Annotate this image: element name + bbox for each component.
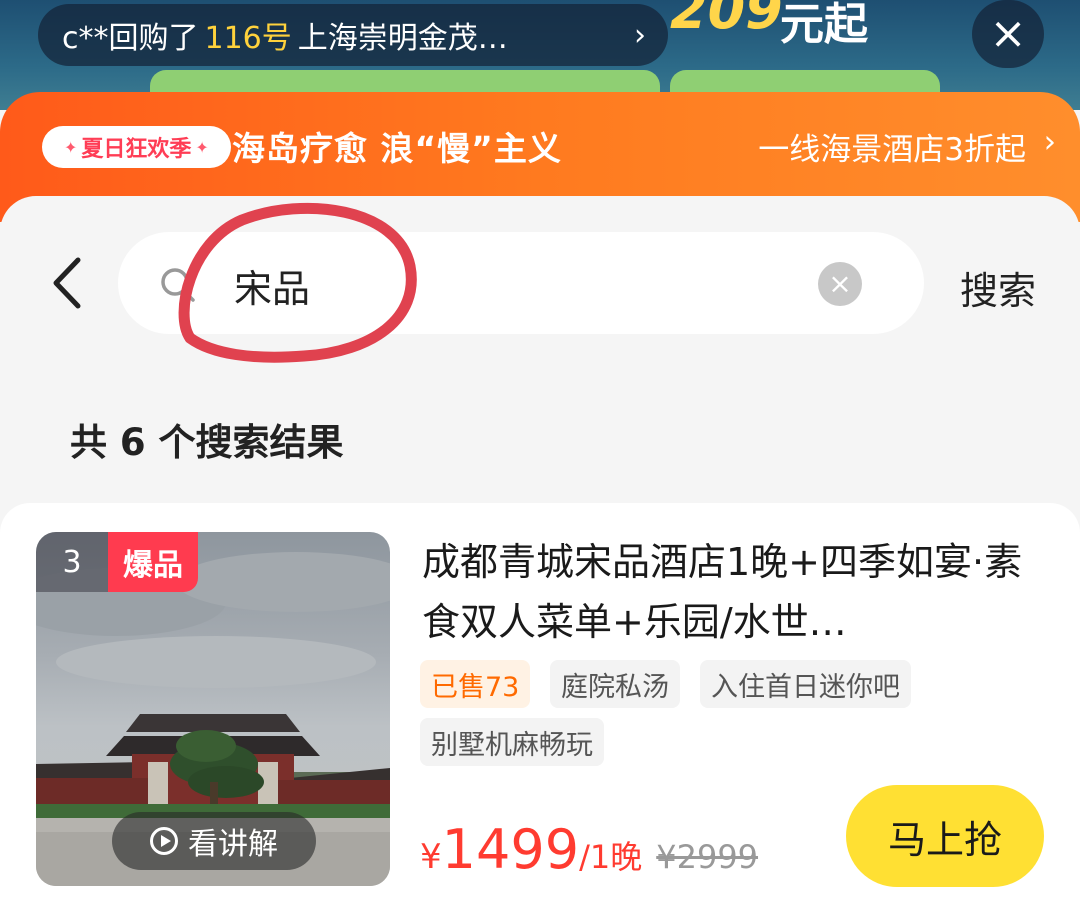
decor-icon: ✦ bbox=[64, 137, 78, 157]
ticker-user: c**回购了 bbox=[62, 21, 199, 56]
result-count: 共 6 个搜索结果 bbox=[70, 421, 344, 464]
search-button[interactable]: 搜索 bbox=[960, 260, 1036, 315]
chevron-right-icon: › bbox=[1043, 124, 1056, 160]
price-row: ¥1499/1晚 ¥2999 bbox=[420, 818, 758, 881]
price-unit: /1晚 bbox=[579, 838, 643, 876]
sold-count-tag: 已售73 bbox=[420, 660, 531, 708]
explain-label: 看讲解 bbox=[188, 827, 278, 862]
feature-tag: 庭院私汤 bbox=[550, 660, 680, 708]
feature-tag: 入住首日迷你吧 bbox=[700, 660, 911, 708]
search-query[interactable]: 宋品 bbox=[234, 258, 310, 313]
explain-button[interactable]: 看讲解 bbox=[112, 812, 316, 870]
close-button[interactable]: × bbox=[972, 0, 1044, 68]
hot-badge: 爆品 bbox=[108, 532, 198, 592]
hero-banner-price: 209 bbox=[670, 0, 783, 41]
ticker-number: 116号 bbox=[204, 21, 292, 56]
feature-tag: 别墅机麻畅玩 bbox=[420, 718, 604, 766]
search-icon bbox=[161, 268, 195, 302]
price-currency: ¥ bbox=[420, 837, 442, 877]
product-title[interactable]: 成都青城宋品酒店1晚+四季如宴·素食双人菜单+乐园/水世… bbox=[422, 532, 1042, 652]
decor-icon: ✦ bbox=[195, 137, 209, 157]
rank-badge: 3 bbox=[36, 532, 108, 592]
back-button[interactable] bbox=[40, 248, 94, 318]
chevron-left-icon bbox=[53, 257, 81, 309]
chevron-right-icon: › bbox=[634, 17, 646, 53]
promo-link[interactable]: 一线海景酒店3折起 bbox=[758, 124, 1026, 169]
promo-slogan: 海岛疗愈 浪“慢”主义 bbox=[232, 129, 562, 168]
promo-badge-label: 夏日狂欢季 bbox=[81, 137, 192, 162]
hero-banner-price-suffix: 元起 bbox=[780, 0, 868, 50]
play-circle-icon bbox=[150, 827, 178, 855]
buy-now-button[interactable]: 马上抢 bbox=[846, 785, 1044, 887]
purchase-ticker[interactable]: c**回购了 116号 上海崇明金茂… › bbox=[38, 4, 668, 66]
app-page: 209 元起 c**回购了 116号 上海崇明金茂… › × ✦ 夏日狂欢季 ✦… bbox=[0, 0, 1080, 923]
clear-search-button[interactable]: × bbox=[818, 262, 862, 306]
promo-badge: ✦ 夏日狂欢季 ✦ bbox=[42, 126, 231, 168]
ticker-hotel: 上海崇明金茂… bbox=[297, 21, 508, 56]
original-price: ¥2999 bbox=[656, 838, 759, 876]
price-amount: 1499 bbox=[441, 818, 580, 881]
